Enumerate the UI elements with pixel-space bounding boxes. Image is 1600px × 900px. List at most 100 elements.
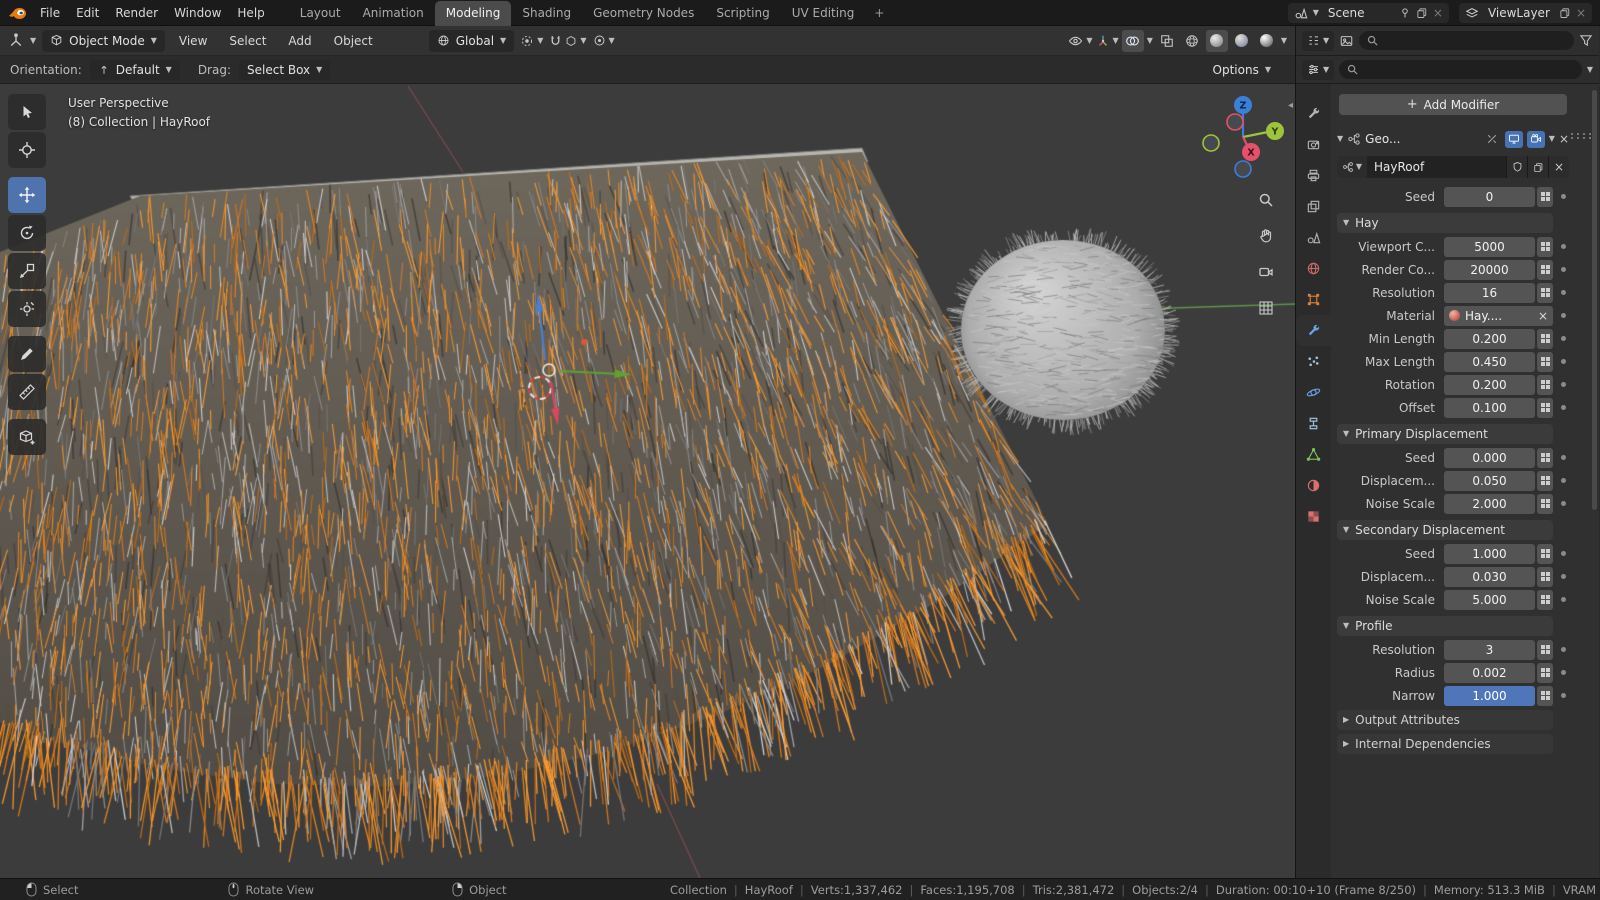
- add-workspace-button[interactable]: +: [865, 1, 893, 26]
- animate-property-dot[interactable]: [1557, 597, 1569, 602]
- axis-x-neg-ball[interactable]: [1226, 113, 1244, 131]
- panel-profile[interactable]: ▼ Profile: [1337, 616, 1553, 636]
- input-attribute-toggle[interactable]: [1537, 639, 1553, 660]
- properties-scrollbar[interactable]: [1592, 90, 1597, 510]
- workspace-tab-geometry-nodes[interactable]: Geometry Nodes: [582, 1, 705, 26]
- pan-button[interactable]: [1254, 224, 1278, 248]
- viewport-3d[interactable]: User Perspective (8) Collection | HayRoo…: [0, 84, 1295, 878]
- value-field[interactable]: 2.000: [1444, 493, 1535, 514]
- chevron-down-icon[interactable]: ▼: [1281, 36, 1287, 45]
- menu-select[interactable]: Select: [221, 28, 274, 54]
- tool-select-box[interactable]: [8, 94, 46, 130]
- workspace-tab-modeling[interactable]: Modeling: [434, 0, 512, 26]
- unlink-node-group-icon[interactable]: ×: [1548, 156, 1569, 178]
- value-field[interactable]: 3: [1444, 639, 1535, 660]
- menu-add[interactable]: Add: [280, 28, 319, 54]
- value-field[interactable]: 0.030: [1444, 566, 1535, 587]
- chevron-down-icon[interactable]: ▼: [1587, 65, 1593, 74]
- fake-user-shield-icon[interactable]: [1506, 156, 1527, 178]
- pivot-point-dropdown[interactable]: ▼: [520, 34, 543, 48]
- display-mode-icon[interactable]: [1339, 34, 1354, 48]
- transform-orientation-dropdown[interactable]: Global ▼: [428, 29, 515, 52]
- input-attribute-toggle[interactable]: [1537, 397, 1553, 418]
- tool-add-cube[interactable]: [8, 419, 46, 455]
- input-attribute-toggle[interactable]: [1537, 543, 1553, 564]
- animate-property-dot[interactable]: [1557, 290, 1569, 295]
- modifier-extras-dropdown[interactable]: ▼: [1549, 135, 1555, 143]
- tab-view-layer[interactable]: [1296, 191, 1331, 222]
- value-field[interactable]: 0.002: [1444, 662, 1535, 683]
- orientation-dropdown[interactable]: Default ▼: [89, 59, 180, 80]
- value-field[interactable]: 0.000: [1444, 447, 1535, 468]
- tab-tool[interactable]: [1296, 98, 1331, 129]
- animate-property-dot[interactable]: [1557, 670, 1569, 675]
- menu-window[interactable]: Window: [166, 0, 229, 26]
- new-scene-icon[interactable]: [1416, 7, 1428, 19]
- tool-annotate[interactable]: [8, 336, 46, 372]
- clear-material-icon[interactable]: ×: [1538, 306, 1548, 326]
- workspace-tab-uv-editing[interactable]: UV Editing: [781, 1, 866, 26]
- workspace-tab-scripting[interactable]: Scripting: [705, 1, 780, 26]
- value-field[interactable]: 5.000: [1444, 589, 1535, 610]
- menu-object[interactable]: Object: [326, 28, 381, 54]
- input-attribute-toggle[interactable]: [1537, 470, 1553, 491]
- input-attribute-toggle[interactable]: [1537, 662, 1553, 683]
- chevron-down-icon[interactable]: ▼: [1147, 36, 1153, 45]
- tab-scene[interactable]: [1296, 222, 1331, 253]
- panel-internal-dependencies[interactable]: ▶ Internal Dependencies: [1337, 734, 1553, 754]
- tab-world[interactable]: [1296, 253, 1331, 284]
- drag-dropdown[interactable]: Select Box ▼: [239, 59, 331, 80]
- overlays-toggle[interactable]: [1121, 29, 1144, 52]
- input-attribute-toggle[interactable]: [1537, 282, 1553, 303]
- animate-property-dot[interactable]: [1557, 405, 1569, 410]
- tab-physics[interactable]: [1296, 377, 1331, 408]
- zoom-button[interactable]: [1254, 188, 1278, 212]
- drag-handle[interactable]: [1571, 133, 1593, 139]
- proportional-editing-dropdown[interactable]: ▼: [593, 34, 615, 47]
- shading-material-button[interactable]: [1231, 30, 1253, 52]
- tab-material[interactable]: [1296, 470, 1331, 501]
- viewlayer-selector[interactable]: ViewLayer ×: [1458, 2, 1592, 23]
- node-group-name-field[interactable]: HayRoof: [1367, 156, 1506, 178]
- filter-funnel-icon[interactable]: [1579, 34, 1593, 47]
- value-field[interactable]: 0.450: [1444, 351, 1535, 372]
- new-viewlayer-icon[interactable]: [1559, 7, 1571, 19]
- tab-output[interactable]: [1296, 160, 1331, 191]
- viewport-display-toggle[interactable]: [1504, 130, 1523, 148]
- tab-constraints[interactable]: [1296, 408, 1331, 439]
- menu-file[interactable]: File: [32, 0, 68, 26]
- visibility-dropdown[interactable]: ▼: [1068, 35, 1093, 47]
- value-field[interactable]: 0.100: [1444, 397, 1535, 418]
- value-field[interactable]: 5000: [1444, 236, 1535, 257]
- options-dropdown[interactable]: Options ▼: [1205, 60, 1279, 80]
- value-field[interactable]: 0.200: [1444, 328, 1535, 349]
- panel-primary-displacement[interactable]: ▼ Primary Displacement: [1337, 424, 1553, 444]
- remove-modifier-button[interactable]: ×: [1559, 132, 1569, 146]
- gizmos-dropdown[interactable]: ▼: [1096, 34, 1119, 48]
- modifier-header[interactable]: ▼ Geo... ▼ ×: [1337, 128, 1591, 150]
- animate-property-dot[interactable]: [1557, 574, 1569, 579]
- animate-property-dot[interactable]: [1557, 359, 1569, 364]
- pin-icon[interactable]: [1399, 7, 1411, 19]
- material-field[interactable]: Hay.... ×: [1444, 305, 1553, 326]
- modifier-name[interactable]: Geo...: [1365, 132, 1479, 146]
- value-field[interactable]: 0.050: [1444, 470, 1535, 491]
- add-modifier-button[interactable]: + Add Modifier: [1339, 94, 1567, 115]
- value-field[interactable]: 0: [1444, 186, 1535, 207]
- value-field[interactable]: 1.000: [1444, 543, 1535, 564]
- menu-render[interactable]: Render: [107, 0, 166, 26]
- camera-view-button[interactable]: [1254, 260, 1278, 284]
- animate-property-dot[interactable]: [1557, 336, 1569, 341]
- viewport-canvas[interactable]: [0, 84, 1295, 878]
- tab-render[interactable]: [1296, 129, 1331, 160]
- animate-property-dot[interactable]: [1557, 501, 1569, 506]
- animate-property-dot[interactable]: [1557, 551, 1569, 556]
- tab-texture[interactable]: [1296, 501, 1331, 532]
- tab-particles[interactable]: [1296, 346, 1331, 377]
- animate-property-dot[interactable]: [1557, 647, 1569, 652]
- remove-viewlayer-icon[interactable]: ×: [1576, 6, 1586, 20]
- input-attribute-toggle[interactable]: [1537, 447, 1553, 468]
- animate-property-dot[interactable]: [1557, 455, 1569, 460]
- tool-transform[interactable]: [8, 291, 46, 327]
- browse-node-group-button[interactable]: ▼: [1337, 156, 1367, 178]
